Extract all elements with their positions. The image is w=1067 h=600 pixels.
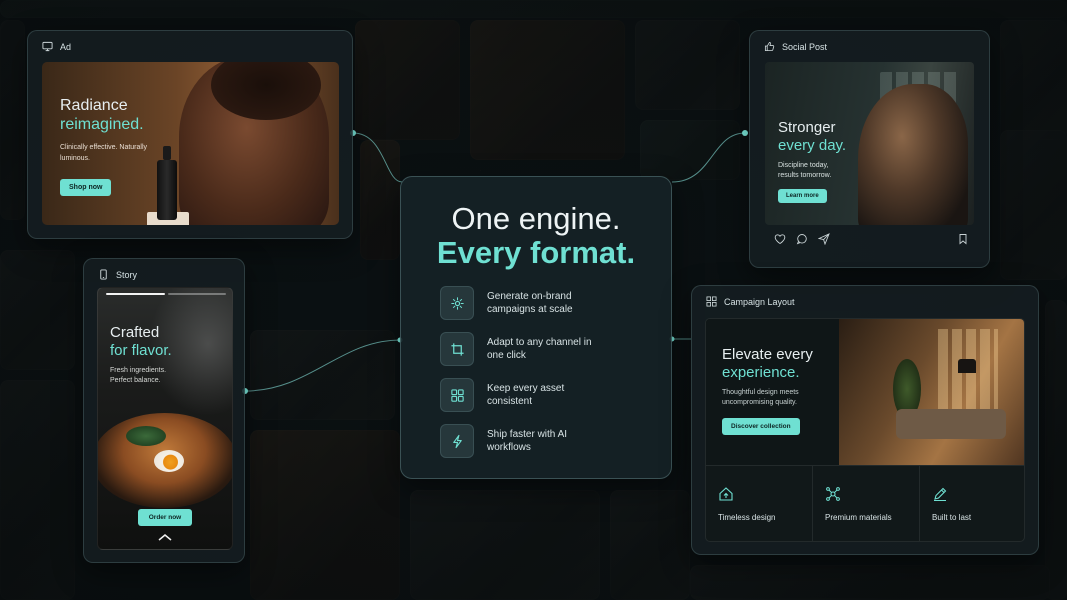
campaign-creative[interactable]: Elevate every experience. Thoughtful des… (705, 318, 1025, 542)
feature-text: Adapt to any channel in one click (487, 337, 592, 361)
feature-item: Ship faster with AI workflows (440, 423, 597, 459)
chevron-up-icon[interactable] (156, 532, 174, 542)
ad-subtext: Clinically effective. Naturally luminous… (60, 144, 148, 162)
ad-panel-header: Ad (42, 41, 71, 52)
campaign-subtext: Thoughtful design meets uncompromising q… (722, 389, 799, 406)
room-sofa (896, 409, 1006, 439)
ad-headline: Radiance reimagined. (60, 96, 150, 134)
feature-text: Generate on-brand campaigns at scale (487, 291, 573, 315)
feature-item: Generate on-brand campaigns at scale (440, 285, 597, 321)
bookmark-icon[interactable] (957, 233, 969, 245)
campaign-headline-line1: Elevate every (722, 346, 813, 363)
campaign-pillars: Timeless design Premium materials Built … (706, 465, 1024, 541)
story-panel-label: Story (116, 269, 138, 280)
story-subtext-line1: Fresh ingredients. (110, 367, 167, 374)
shop-now-button[interactable]: Shop now (60, 179, 112, 196)
hero-title-line1: One engine. (451, 201, 621, 236)
comment-icon[interactable] (796, 233, 808, 245)
pillar-label: Built to last (932, 513, 972, 522)
campaign-copy: Elevate every experience. Thoughtful des… (722, 346, 832, 435)
crop-icon (440, 332, 474, 366)
social-post-panel: Social Post Stronger every day. Discipli… (749, 30, 990, 268)
feature-text: Ship faster with AI workflows (487, 429, 568, 453)
campaign-layout-panel: Campaign Layout Elevate every experience… (691, 285, 1039, 555)
molecule-icon (826, 487, 840, 501)
story-creative[interactable]: Crafted for flavor. Fresh ingredients. P… (97, 287, 233, 550)
story-headline-line2: for flavor. (110, 342, 172, 359)
campaign-headline: Elevate every experience. (722, 346, 832, 382)
ad-serum-bottle (157, 146, 177, 220)
social-creative[interactable]: Stronger every day. Discipline today, re… (765, 62, 974, 225)
ad-panel: Ad Radiance reimagined. Clinically effec… (27, 30, 353, 239)
discover-collection-button[interactable]: Discover collection (722, 418, 800, 435)
order-now-button[interactable]: Order now (137, 509, 193, 526)
ad-copy: Radiance reimagined. Clinically effectiv… (60, 96, 150, 196)
feature-item: Keep every asset consistent (440, 377, 597, 413)
social-headline: Stronger every day. (778, 119, 848, 155)
pillar-label: Premium materials (825, 513, 892, 522)
grid-icon (440, 378, 474, 412)
campaign-headline-line2: experience. (722, 364, 800, 381)
monitor-icon (42, 41, 53, 52)
campaign-hero: Elevate every experience. Thoughtful des… (706, 319, 1024, 465)
feature-list: Generate on-brand campaigns at scale Ada… (440, 285, 597, 469)
center-hero-card: One engine. Every format. Generate on-br… (400, 176, 672, 479)
story-subtext-line2: Perfect balance. (110, 377, 161, 384)
share-icon[interactable] (818, 233, 830, 245)
pillar-item: Built to last (920, 466, 1024, 541)
story-headline-line1: Crafted (110, 324, 160, 341)
hero-title-line2: Every format. (436, 235, 636, 270)
social-panel-header: Social Post (764, 41, 827, 52)
ad-panel-label: Ad (60, 41, 72, 52)
ad-headline-line2: reimagined. (60, 116, 144, 133)
story-subtext: Fresh ingredients. Perfect balance. (110, 366, 172, 386)
feature-text: Keep every asset consistent (487, 383, 565, 407)
pillar-item: Timeless design (706, 466, 813, 541)
story-panel: Story Crafted for flavor. Fresh ingredie… (83, 258, 245, 563)
phone-icon (100, 269, 107, 280)
learn-more-button[interactable]: Learn more (778, 189, 827, 203)
campaign-panel-label: Campaign Layout (724, 296, 795, 307)
layout-grid-icon (706, 296, 717, 307)
social-actions (774, 231, 969, 247)
sparkle-icon (440, 286, 474, 320)
story-headline: Crafted for flavor. (110, 324, 172, 360)
feature-item: Adapt to any channel in one click (440, 331, 597, 367)
lightning-icon (440, 424, 474, 458)
social-panel-label: Social Post (782, 41, 828, 52)
social-headline-line2: every day. (778, 137, 847, 154)
pillar-label: Timeless design (718, 513, 776, 522)
story-panel-header: Story (98, 269, 137, 280)
ramen-greens (126, 426, 166, 446)
social-subtext: Discipline today, results tomorrow. (778, 162, 832, 179)
room-lamp (958, 359, 976, 373)
ad-headline-line1: Radiance (60, 97, 128, 114)
pillar-item: Premium materials (813, 466, 920, 541)
ad-creative[interactable]: Radiance reimagined. Clinically effectiv… (42, 62, 339, 225)
social-copy: Stronger every day. Discipline today, re… (778, 119, 848, 203)
story-copy: Crafted for flavor. Fresh ingredients. P… (110, 324, 172, 386)
story-cta: Order now (98, 504, 232, 526)
living-room-image (839, 319, 1024, 465)
pencil-icon (934, 487, 947, 501)
home-upgrade-icon (719, 487, 733, 501)
ramen-egg (154, 450, 184, 472)
heart-icon[interactable] (774, 233, 786, 245)
campaign-panel-header: Campaign Layout (706, 296, 795, 307)
athlete-image (858, 84, 968, 225)
social-headline-line1: Stronger (778, 119, 836, 136)
hero-title: One engine. Every format. (401, 202, 671, 270)
thumbs-up-icon (764, 41, 775, 52)
